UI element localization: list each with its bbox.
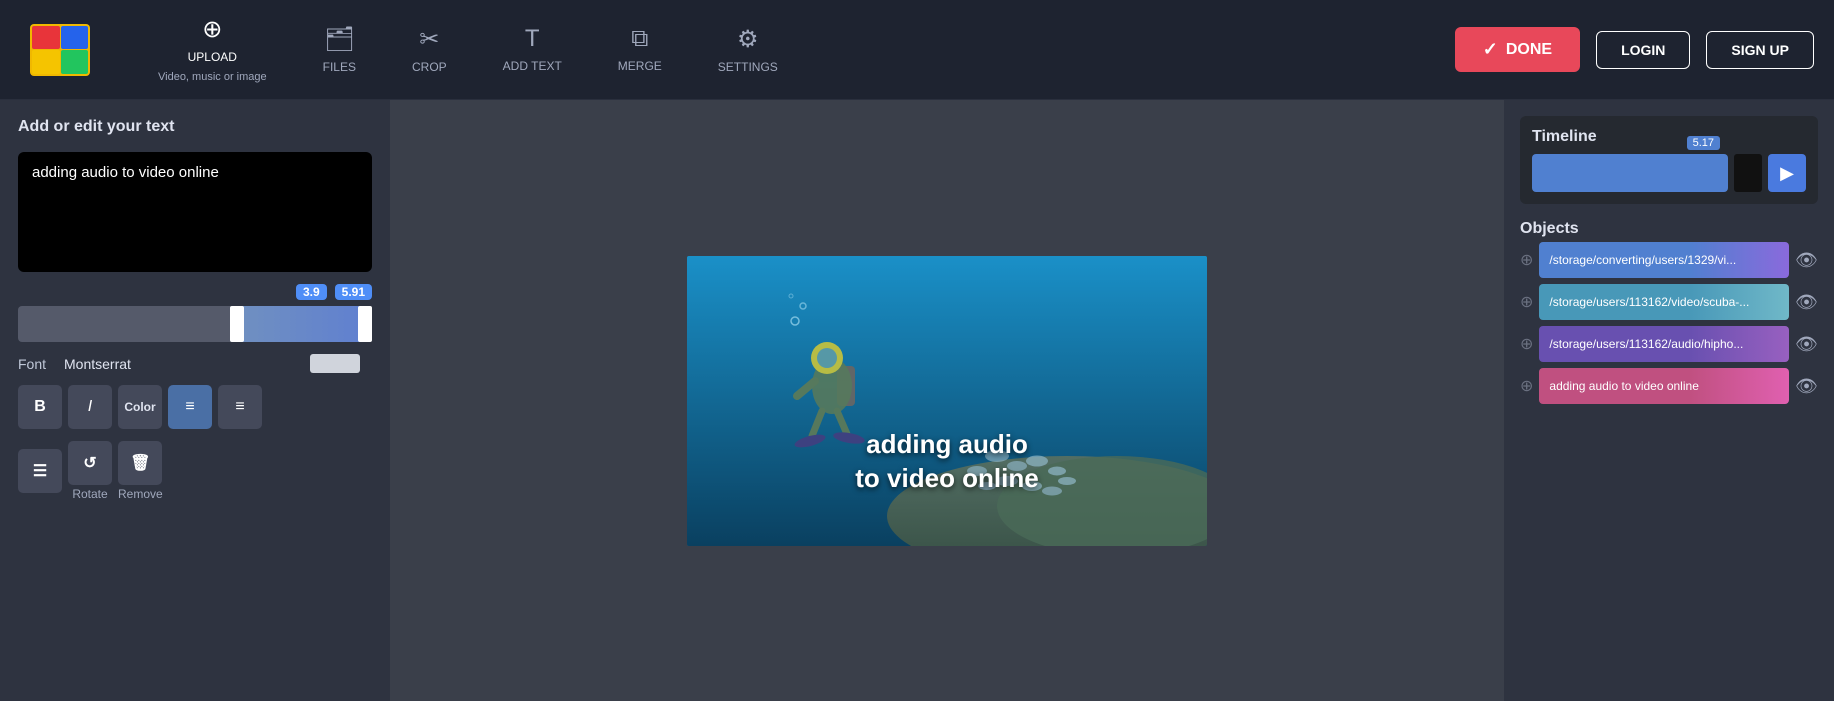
panel-title: Add or edit your text	[18, 118, 372, 136]
eye-icon-1[interactable]: 👁	[1795, 292, 1818, 313]
canvas-text-line2: to video online	[855, 462, 1038, 496]
done-button[interactable]: ✓ DONE	[1455, 27, 1580, 72]
objects-title: Objects	[1520, 220, 1818, 238]
add-text-icon: T	[525, 25, 540, 53]
text-input[interactable]: adding audio to video online	[18, 152, 372, 272]
font-label: Font	[18, 356, 58, 372]
upload-icon: ⊕	[202, 15, 222, 44]
merge-icon: ⧉	[631, 25, 648, 53]
nav-files[interactable]: 🗂 FILES	[295, 0, 384, 99]
main-layout: Add or edit your text adding audio to vi…	[0, 100, 1834, 701]
left-panel: Add or edit your text adding audio to vi…	[0, 100, 390, 701]
font-name: Montserrat	[64, 356, 131, 372]
slider-right-value: 5.91	[335, 284, 372, 300]
color-button[interactable]: Color	[118, 385, 162, 429]
signup-button[interactable]: SIGN UP	[1706, 31, 1814, 69]
object-item: ⊕ adding audio to video online 👁	[1520, 368, 1818, 404]
object-bar-0[interactable]: /storage/converting/users/1329/vi...	[1539, 242, 1789, 278]
object-item: ⊕ /storage/users/113162/video/scuba-... …	[1520, 284, 1818, 320]
slider-fill	[237, 306, 364, 342]
objects-list: ⊕ /storage/converting/users/1329/vi... 👁…	[1520, 242, 1818, 404]
object-path-2: /storage/users/113162/audio/hipho...	[1549, 337, 1743, 351]
rotate-group: ↺ Rotate	[68, 441, 112, 501]
remove-button[interactable]: 🗑	[118, 441, 162, 485]
drag-handle-icon[interactable]: ⊕	[1520, 292, 1533, 312]
topbar-right: ✓ DONE LOGIN SIGN UP	[1455, 27, 1814, 72]
slider-left-value: 3.9	[296, 284, 327, 300]
canvas-text-line1: adding audio	[855, 428, 1038, 462]
crop-label: CROP	[412, 60, 447, 74]
object-path-0: /storage/converting/users/1329/vi...	[1549, 253, 1736, 267]
video-background	[687, 256, 1207, 546]
timeline-marker: 5.17	[1687, 136, 1720, 150]
align-center-button[interactable]: ≡	[218, 385, 262, 429]
settings-icon: ⚙	[737, 25, 759, 54]
drag-handle-icon[interactable]: ⊕	[1520, 376, 1533, 396]
remove-label: Remove	[118, 487, 163, 501]
rotate-label: Rotate	[72, 487, 107, 501]
nav-add-text[interactable]: T ADD TEXT	[475, 0, 590, 99]
merge-label: MERGE	[618, 59, 662, 73]
timeline-bar[interactable]: 5.17	[1532, 154, 1728, 192]
nav-settings[interactable]: ⚙ SETTINGS	[690, 0, 806, 99]
font-size-display	[310, 354, 360, 373]
list-action-group: ☰	[18, 449, 62, 493]
objects-section: Objects ⊕ /storage/converting/users/1329…	[1520, 220, 1818, 685]
video-canvas: adding audio to video online	[687, 256, 1207, 546]
right-panel: Timeline 5.17 ▶ Objects ⊕ /storage/conve…	[1504, 100, 1834, 701]
timeline-play-button[interactable]: ▶	[1768, 154, 1806, 192]
settings-label: SETTINGS	[718, 60, 778, 74]
slider-track[interactable]	[18, 306, 372, 342]
slider-labels: 3.9 5.91	[18, 284, 372, 300]
align-center-icon: ≡	[235, 398, 244, 416]
slider-right-handle[interactable]	[358, 306, 372, 342]
eye-icon-0[interactable]: 👁	[1795, 250, 1818, 271]
play-icon: ▶	[1780, 163, 1794, 184]
nav-upload[interactable]: ⊕ UPLOAD Video, music or image	[130, 0, 295, 99]
eye-icon-2[interactable]: 👁	[1795, 334, 1818, 355]
eye-icon-3[interactable]: 👁	[1795, 376, 1818, 397]
object-item: ⊕ /storage/users/113162/audio/hipho... 👁	[1520, 326, 1818, 362]
nav-crop[interactable]: ✂ CROP	[384, 0, 475, 99]
drag-handle-icon[interactable]: ⊕	[1520, 334, 1533, 354]
object-path-1: /storage/users/113162/video/scuba-...	[1549, 295, 1749, 309]
login-button[interactable]: LOGIN	[1596, 31, 1690, 69]
check-icon: ✓	[1483, 39, 1498, 60]
timeline-title: Timeline	[1532, 128, 1806, 146]
done-label: DONE	[1506, 41, 1552, 59]
logo	[20, 20, 100, 80]
align-left-icon: ≡	[185, 398, 194, 416]
add-text-label: ADD TEXT	[503, 59, 562, 73]
object-bar-2[interactable]: /storage/users/113162/audio/hipho...	[1539, 326, 1789, 362]
font-row: Font Montserrat	[18, 354, 372, 373]
object-bar-3[interactable]: adding audio to video online	[1539, 368, 1789, 404]
crop-icon: ✂	[419, 25, 439, 54]
drag-handle-icon[interactable]: ⊕	[1520, 250, 1533, 270]
rotate-button[interactable]: ↺	[68, 441, 112, 485]
upload-sub: Video, music or image	[158, 71, 267, 84]
bold-button[interactable]: B	[18, 385, 62, 429]
action-row: ☰ ↺ Rotate 🗑 Remove	[18, 441, 372, 501]
files-icon: 🗂	[324, 25, 354, 54]
remove-group: 🗑 Remove	[118, 441, 163, 501]
canvas-overlay-text: adding audio to video online	[855, 428, 1038, 496]
timeline-section: Timeline 5.17 ▶	[1520, 116, 1818, 204]
slider-left-handle[interactable]	[230, 306, 244, 342]
nav-merge[interactable]: ⧉ MERGE	[590, 0, 690, 99]
files-label: FILES	[323, 60, 356, 74]
align-left-button[interactable]: ≡	[168, 385, 212, 429]
timeline-bar-row: 5.17 ▶	[1532, 154, 1806, 192]
formatting-toolbar: B I Color ≡ ≡	[18, 385, 372, 429]
canvas-area: adding audio to video online	[390, 100, 1504, 701]
topbar: ⊕ UPLOAD Video, music or image 🗂 FILES ✂…	[0, 0, 1834, 100]
object-bar-1[interactable]: /storage/users/113162/video/scuba-...	[1539, 284, 1789, 320]
upload-label: UPLOAD	[188, 50, 237, 64]
slider-section: 3.9 5.91	[18, 284, 372, 342]
italic-button[interactable]: I	[68, 385, 112, 429]
object-item: ⊕ /storage/converting/users/1329/vi... 👁	[1520, 242, 1818, 278]
object-path-3: adding audio to video online	[1549, 379, 1698, 393]
list-button[interactable]: ☰	[18, 449, 62, 493]
timeline-black-box	[1734, 154, 1762, 192]
